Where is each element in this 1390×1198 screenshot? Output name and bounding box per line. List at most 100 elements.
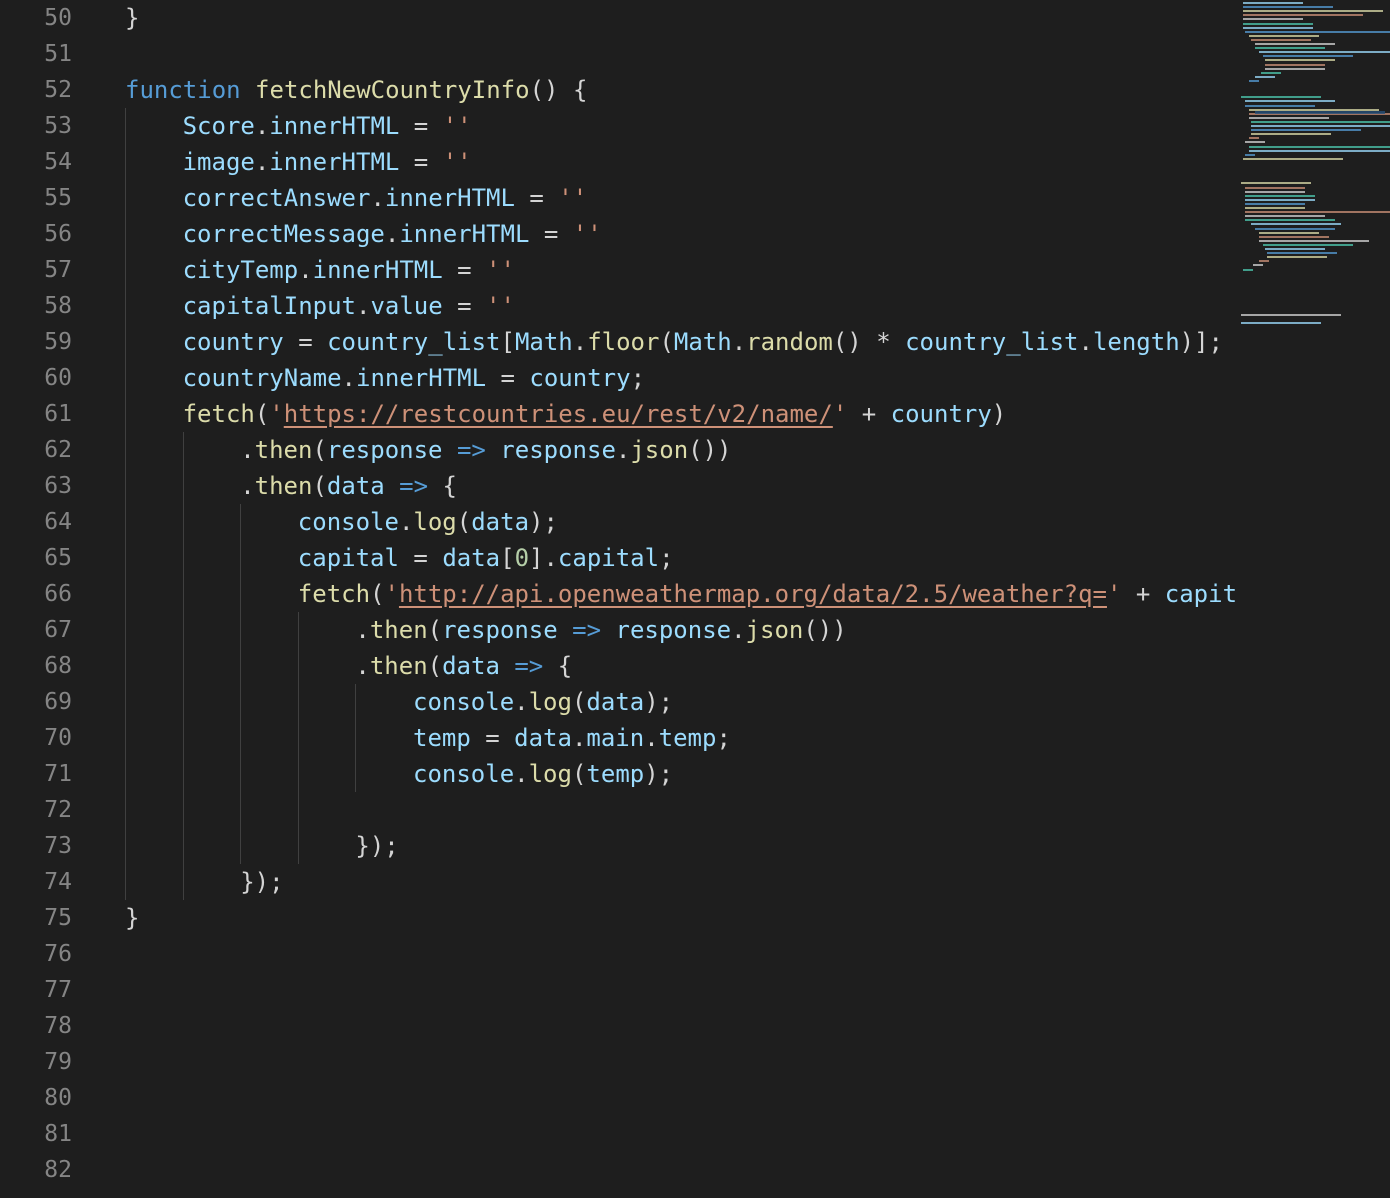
code-editor[interactable]: 50 51 52 53 54 55 56 57 58 59 60 61 62 63 64 65 66 67 68 69… — [0, 0, 1235, 1198]
minimap-line — [1259, 260, 1269, 263]
code-token: '' — [486, 292, 515, 320]
line-number: 59 — [44, 329, 72, 355]
code-token: . — [370, 184, 385, 212]
code-token: Score — [182, 112, 255, 140]
minimap-line — [1245, 190, 1305, 193]
code-line[interactable]: console.log(data); — [298, 504, 558, 540]
minimap-line — [1245, 186, 1305, 189]
code-token: data — [586, 688, 645, 716]
code-line[interactable]: .then(data => { — [240, 468, 457, 504]
code-token: fetch — [297, 580, 371, 608]
line-number: 51 — [44, 41, 72, 67]
line-number: 77 — [44, 977, 72, 1003]
minimap-line — [1243, 18, 1303, 21]
code-line[interactable]: temp = data.main.temp; — [413, 720, 731, 756]
code-line[interactable]: fetch('https://restcountries.eu/rest/v2/… — [183, 396, 1007, 432]
code-line[interactable]: image.innerHTML = '' — [183, 144, 472, 180]
code-line[interactable]: console.log(data); — [413, 684, 673, 720]
code-token: )]; — [1179, 328, 1224, 356]
minimap-line — [1249, 116, 1329, 119]
code-token: response — [500, 436, 616, 464]
code-token: json — [630, 436, 689, 464]
code-token: ; — [716, 724, 731, 752]
code-token: ); — [644, 688, 674, 716]
line-number: 55 — [44, 185, 72, 211]
code-token: ' — [384, 580, 399, 608]
code-token: { — [428, 472, 457, 500]
minimap[interactable] — [1235, 0, 1390, 1198]
minimap-line — [1261, 71, 1281, 74]
code-token: innerHTML — [384, 184, 515, 212]
minimap-line — [1245, 207, 1305, 209]
minimap-line — [1245, 219, 1335, 222]
code-line[interactable]: .then(response => response.json()) — [240, 432, 731, 468]
minimap-line — [1265, 59, 1335, 62]
code-token: . — [572, 328, 588, 356]
code-line[interactable]: countryName.innerHTML = country; — [183, 360, 645, 396]
code-token: } — [125, 4, 140, 32]
code-token: => — [399, 472, 429, 500]
code-line[interactable]: correctAnswer.innerHTML = '' — [183, 180, 588, 216]
code-token: ( — [427, 616, 443, 644]
code-token: fetch — [182, 400, 255, 428]
code-line[interactable]: } — [125, 0, 139, 36]
line-number: 56 — [44, 221, 72, 247]
code-line[interactable]: country = country_list[Math.floor(Math.r… — [183, 324, 1223, 360]
code-token: data — [442, 652, 500, 680]
indent-guide — [297, 612, 299, 864]
indent-guide — [355, 684, 357, 792]
code-line[interactable]: correctMessage.innerHTML = '' — [183, 216, 602, 252]
code-token: temp — [413, 724, 471, 752]
minimap-line — [1253, 264, 1263, 267]
line-number-gutter: 50 51 52 53 54 55 56 57 58 59 60 61 62 63 64 65 66 67 68 69… — [0, 0, 90, 1198]
minimap-line — [1249, 79, 1259, 82]
code-token: ( — [427, 652, 443, 680]
code-line[interactable]: .then(data => { — [355, 648, 572, 684]
code-token: = — [529, 220, 573, 248]
code-token: . — [514, 760, 529, 788]
minimap-line — [1249, 137, 1259, 140]
code-token: console — [297, 508, 399, 536]
code-token: image — [182, 148, 255, 176]
code-line[interactable]: fetch('http://api.openweathermap.org/dat… — [298, 576, 1235, 612]
minimap-line — [1263, 55, 1353, 58]
line-number: 53 — [44, 113, 72, 139]
code-token: '' — [558, 184, 588, 212]
code-line[interactable]: capitalInput.value = '' — [183, 288, 515, 324]
code-token: ()) — [803, 616, 847, 644]
code-line[interactable]: }); — [240, 864, 283, 900]
code-token: . — [384, 220, 400, 248]
code-line[interactable]: function fetchNewCountryInfo() { — [125, 72, 587, 108]
code-token: country — [529, 364, 631, 392]
code-token: innerHTML — [356, 364, 487, 392]
code-token: . — [355, 292, 371, 320]
code-token: ); — [529, 508, 558, 536]
code-token: . — [298, 256, 313, 284]
code-area[interactable]: } function fetchNewCountryInfo() {Score.i… — [125, 0, 1235, 1198]
code-token: = — [442, 256, 487, 284]
code-token: . — [514, 688, 529, 716]
code-line[interactable]: } — [125, 900, 139, 936]
line-number: 58 — [44, 293, 72, 319]
minimap-line — [1259, 231, 1319, 234]
code-token: then — [254, 472, 313, 500]
code-line[interactable]: Score.innerHTML = '' — [183, 108, 472, 144]
line-number: 69 — [44, 689, 72, 715]
code-token: = — [399, 148, 443, 176]
code-token: ]. — [529, 544, 558, 572]
code-line[interactable]: console.log(temp); — [413, 756, 673, 792]
code-line[interactable]: }); — [355, 828, 398, 864]
code-line[interactable]: .then(response => response.json()) — [355, 612, 846, 648]
code-line[interactable]: capital = data[0].capital; — [298, 540, 674, 576]
code-line[interactable]: cityTemp.innerHTML = '' — [183, 252, 515, 288]
minimap-line — [1265, 67, 1325, 70]
minimap-line — [1255, 75, 1275, 78]
minimap-line — [1249, 145, 1390, 148]
code-token: temp — [586, 760, 645, 788]
indent-guide — [182, 432, 184, 900]
line-number: 52 — [44, 77, 72, 103]
minimap-line — [1251, 120, 1390, 123]
